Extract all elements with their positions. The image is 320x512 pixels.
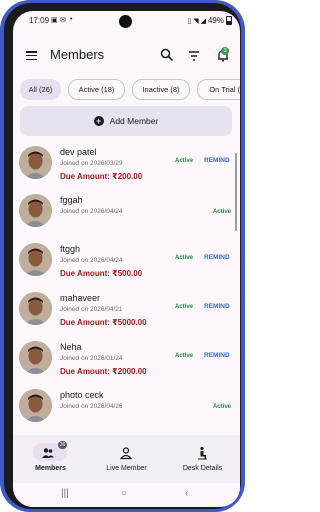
status-icons: ▯ ◥ ◢ 49%	[187, 16, 232, 25]
avatar	[19, 146, 52, 179]
avatar	[19, 341, 52, 374]
member-due: Due Amount: ₹200.00	[60, 172, 143, 181]
list-item[interactable]: dev patel Joined on 2026/03/29 Due Amoun…	[13, 144, 240, 192]
member-name: fggah	[60, 195, 83, 205]
mail-icon: ✉	[60, 17, 66, 24]
nav-live-member[interactable]: Live Member	[89, 435, 164, 483]
status-badge: Active	[213, 404, 232, 410]
chip-inactive[interactable]: Inactive (8)	[132, 79, 190, 100]
chip-label: Inactive (8)	[142, 85, 180, 94]
chip-active[interactable]: Active (18)	[68, 79, 125, 100]
list-item[interactable]: photo ceck Joined on 2026/04/26 Active	[13, 387, 240, 435]
members-count-badge: 26	[58, 441, 67, 449]
add-member-button[interactable]: + Add Member	[20, 106, 232, 136]
remind-button[interactable]: REMIND	[204, 254, 230, 261]
chip-all[interactable]: All (26)	[20, 79, 61, 100]
scrollbar[interactable]	[235, 153, 237, 231]
status-badge: Active	[175, 304, 194, 310]
menu-icon[interactable]	[26, 51, 37, 61]
member-name: ftggh	[60, 244, 81, 254]
wifi-icon: ◥	[193, 17, 199, 25]
phone-frame: 17:09 ▣ ✉ • ▯ ◥ ◢ 49% Members 3 All (26)…	[0, 0, 245, 512]
add-circle-icon: +	[93, 116, 104, 126]
status-badge: Active	[175, 255, 194, 261]
remind-button[interactable]: REMIND	[204, 303, 230, 310]
screen: 17:09 ▣ ✉ • ▯ ◥ ◢ 49% Members 3 All (26)…	[13, 11, 240, 507]
nav-label: Members	[35, 465, 66, 472]
status-badge: Active	[213, 209, 232, 215]
members-icon	[42, 448, 54, 458]
home-icon[interactable]: ○	[121, 488, 127, 499]
phone-bezel: 17:09 ▣ ✉ • ▯ ◥ ◢ 49% Members 3 All (26)…	[4, 3, 241, 509]
back-icon[interactable]: ‹	[185, 488, 188, 499]
page-title: Members	[50, 47, 105, 62]
front-camera	[119, 15, 132, 28]
member-joined: Joined on 2026/04/21	[60, 306, 123, 313]
chip-on-trial[interactable]: On Trial (1)	[197, 79, 240, 100]
person-icon	[119, 447, 133, 460]
avatar	[19, 243, 52, 276]
nav-label: Desk Details	[182, 465, 223, 472]
member-joined: Joined on 2026/03/29	[60, 160, 123, 167]
chip-label: All (26)	[28, 85, 53, 94]
member-joined: Joined on 2026/04/24	[60, 257, 123, 264]
notification-badge: 3	[221, 47, 229, 55]
status-bar: 17:09 ▣ ✉ • ▯ ◥ ◢ 49%	[13, 11, 240, 31]
member-name: Neha	[60, 342, 82, 352]
remind-button[interactable]: REMIND	[204, 157, 230, 164]
status-time: 17:09	[29, 16, 50, 25]
avatar	[19, 389, 52, 422]
add-member-label: Add Member	[109, 116, 159, 126]
member-name: mahaveer	[60, 293, 101, 303]
filter-icon[interactable]	[187, 49, 201, 63]
member-due: Due Amount: ₹500.00	[60, 269, 143, 278]
desk-icon	[198, 446, 207, 460]
battery-percent: 49%	[207, 16, 224, 25]
avatar	[19, 194, 52, 227]
chip-label: On Trial (1)	[209, 85, 240, 94]
list-item[interactable]: Neha Joined on 2026/01/24 Due Amount: ₹2…	[13, 339, 240, 387]
bottom-nav: 26 Members Live Member Desk Details	[13, 435, 240, 483]
member-due: Due Amount: ₹5000.00	[60, 318, 147, 327]
vibrate-icon: ▯	[187, 17, 192, 25]
dot-icon: •	[70, 16, 73, 23]
list-item[interactable]: mahaveer Joined on 2026/04/21 Due Amount…	[13, 290, 240, 338]
app-bar: Members 3	[13, 35, 240, 75]
nav-desk-details[interactable]: Desk Details	[165, 435, 240, 483]
member-name: photo ceck	[60, 390, 104, 400]
member-name: dev patel	[60, 147, 97, 157]
member-due: Due Amount: ₹2000.00	[60, 367, 147, 376]
nav-label: Live Member	[106, 465, 147, 472]
image-icon: ▣	[51, 17, 58, 24]
nav-members[interactable]: 26 Members	[13, 435, 88, 483]
recents-icon[interactable]: |||	[61, 488, 69, 499]
search-icon[interactable]	[160, 48, 174, 62]
battery-icon	[226, 16, 232, 25]
avatar	[19, 292, 52, 325]
remind-button[interactable]: REMIND	[204, 352, 230, 359]
signal-icon: ◢	[200, 17, 206, 25]
member-joined: Joined on 2026/04/24	[60, 208, 123, 215]
system-nav-bar: ||| ○ ‹	[13, 483, 240, 507]
status-badge: Active	[175, 353, 194, 359]
member-joined: Joined on 2026/01/24	[60, 355, 123, 362]
list-item[interactable]: fggah Joined on 2026/04/24 Active	[13, 192, 240, 240]
member-joined: Joined on 2026/04/26	[60, 403, 123, 410]
list-item[interactable]: ftggh Joined on 2026/04/24 Due Amount: ₹…	[13, 241, 240, 289]
status-badge: Active	[175, 158, 194, 164]
chip-label: Active (18)	[78, 85, 115, 94]
